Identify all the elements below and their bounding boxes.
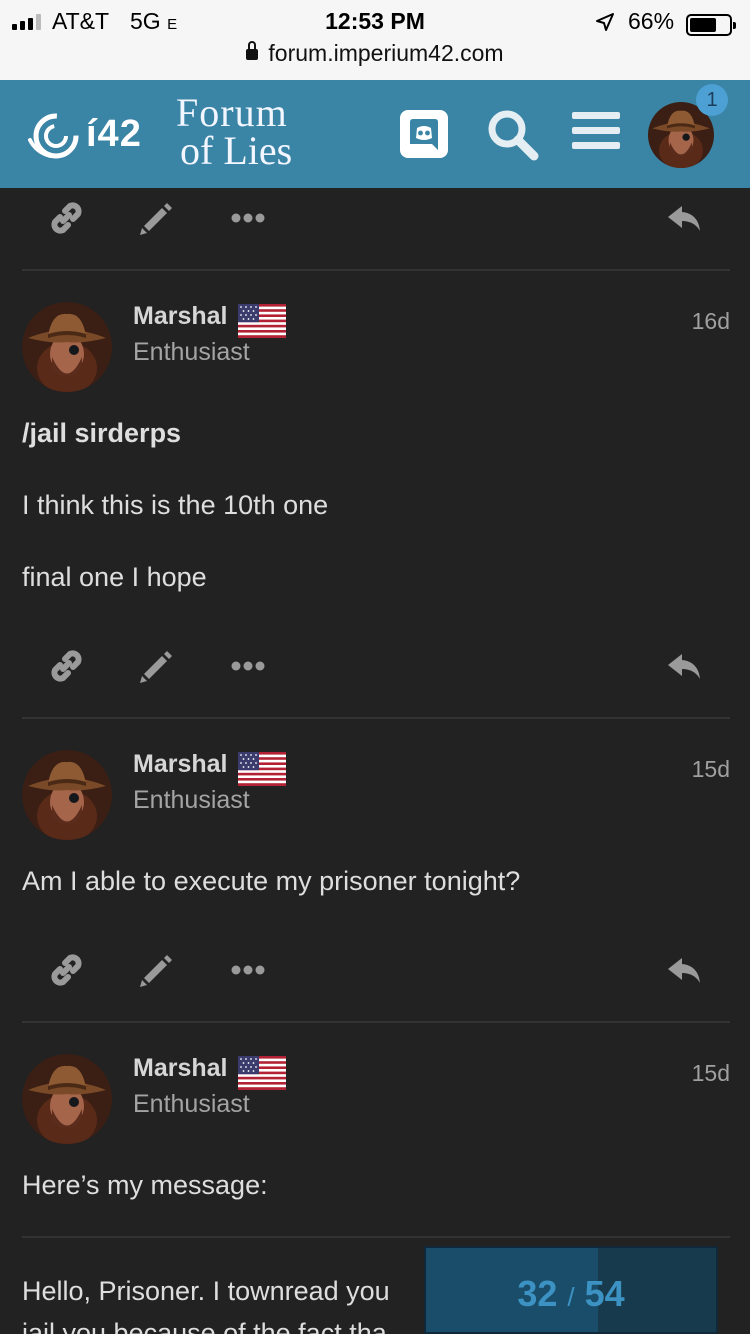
author-avatar[interactable] <box>22 750 112 840</box>
post-text: Here’s my message: <box>22 1170 268 1200</box>
address-bar[interactable]: forum.imperium42.com <box>0 40 750 67</box>
post-date[interactable]: 15d <box>692 1060 730 1087</box>
current-post-number: 32 <box>517 1273 558 1314</box>
edit-pencil-icon[interactable] <box>136 950 176 990</box>
link-icon[interactable] <box>46 198 86 238</box>
search-icon[interactable] <box>484 106 540 162</box>
post-date[interactable]: 15d <box>692 756 730 783</box>
imperium42-logo[interactable]: í42 <box>26 104 142 164</box>
battery-percent: 66% <box>628 8 675 34</box>
logo-text: í42 <box>86 112 142 155</box>
hamburger-menu-icon[interactable] <box>572 112 620 156</box>
post-text: I think this is the 10th one <box>22 490 329 520</box>
author-title: Enthusiast <box>133 786 250 814</box>
location-arrow-icon <box>596 13 614 31</box>
discord-button[interactable] <box>400 110 448 158</box>
topic-progress[interactable]: 32 / 54 <box>424 1246 718 1334</box>
post-divider <box>22 717 730 719</box>
reply-icon[interactable] <box>664 646 704 686</box>
more-options-icon[interactable] <box>228 950 268 990</box>
topic-progress-label: 32 / 54 <box>426 1248 716 1332</box>
forum-of-lies-logo[interactable]: Forum of Lies <box>176 93 292 171</box>
more-options-icon[interactable] <box>228 198 268 238</box>
status-bar: AT&T 5G E 12:53 PM 66% forum.imperium42.… <box>0 0 750 80</box>
post-header: Marshal Enthusiast 16d <box>0 302 750 402</box>
author-title: Enthusiast <box>133 338 250 366</box>
author-username[interactable]: Marshal <box>133 750 227 779</box>
url-text: forum.imperium42.com <box>268 40 504 66</box>
lock-icon <box>246 41 259 60</box>
link-icon[interactable] <box>46 950 86 990</box>
link-icon[interactable] <box>46 646 86 686</box>
swirl-logo-icon <box>28 113 79 159</box>
discord-icon <box>410 119 438 150</box>
more-options-icon[interactable] <box>228 646 268 686</box>
forum-header: í42 Forum of Lies 1 <box>0 80 750 188</box>
author-avatar[interactable] <box>22 302 112 392</box>
post-actions <box>0 938 750 998</box>
post-actions <box>0 186 750 246</box>
post-text: final one I hope <box>22 562 207 592</box>
quoted-message-text: Hello, Prisoner. I townread you <box>22 1276 390 1306</box>
notification-badge[interactable]: 1 <box>696 84 728 116</box>
reply-icon[interactable] <box>664 950 704 990</box>
total-post-count: 54 <box>584 1273 625 1314</box>
author-username[interactable]: Marshal <box>133 302 227 331</box>
post-header: Marshal Enthusiast 15d <box>0 1054 750 1154</box>
post-date[interactable]: 16d <box>692 308 730 335</box>
reply-icon[interactable] <box>664 198 704 238</box>
quote-divider <box>22 1236 730 1238</box>
post-text: Am I able to execute my prisoner tonight… <box>22 866 521 896</box>
battery-icon <box>686 14 736 36</box>
post-command-text: /jail sirderps <box>22 418 182 448</box>
us-flag-icon <box>238 304 286 338</box>
quoted-message-text: jail you because of the fact tha <box>22 1318 387 1334</box>
progress-separator: / <box>567 1282 575 1312</box>
post-header: Marshal Enthusiast 15d <box>0 750 750 850</box>
edit-pencil-icon[interactable] <box>136 198 176 238</box>
author-avatar[interactable] <box>22 1054 112 1144</box>
post-divider <box>22 1021 730 1023</box>
edit-pencil-icon[interactable] <box>136 646 176 686</box>
post-actions <box>0 634 750 694</box>
author-username[interactable]: Marshal <box>133 1054 227 1083</box>
author-title: Enthusiast <box>133 1090 250 1118</box>
post-divider <box>22 269 730 271</box>
us-flag-icon <box>238 1056 286 1090</box>
us-flag-icon <box>238 752 286 786</box>
